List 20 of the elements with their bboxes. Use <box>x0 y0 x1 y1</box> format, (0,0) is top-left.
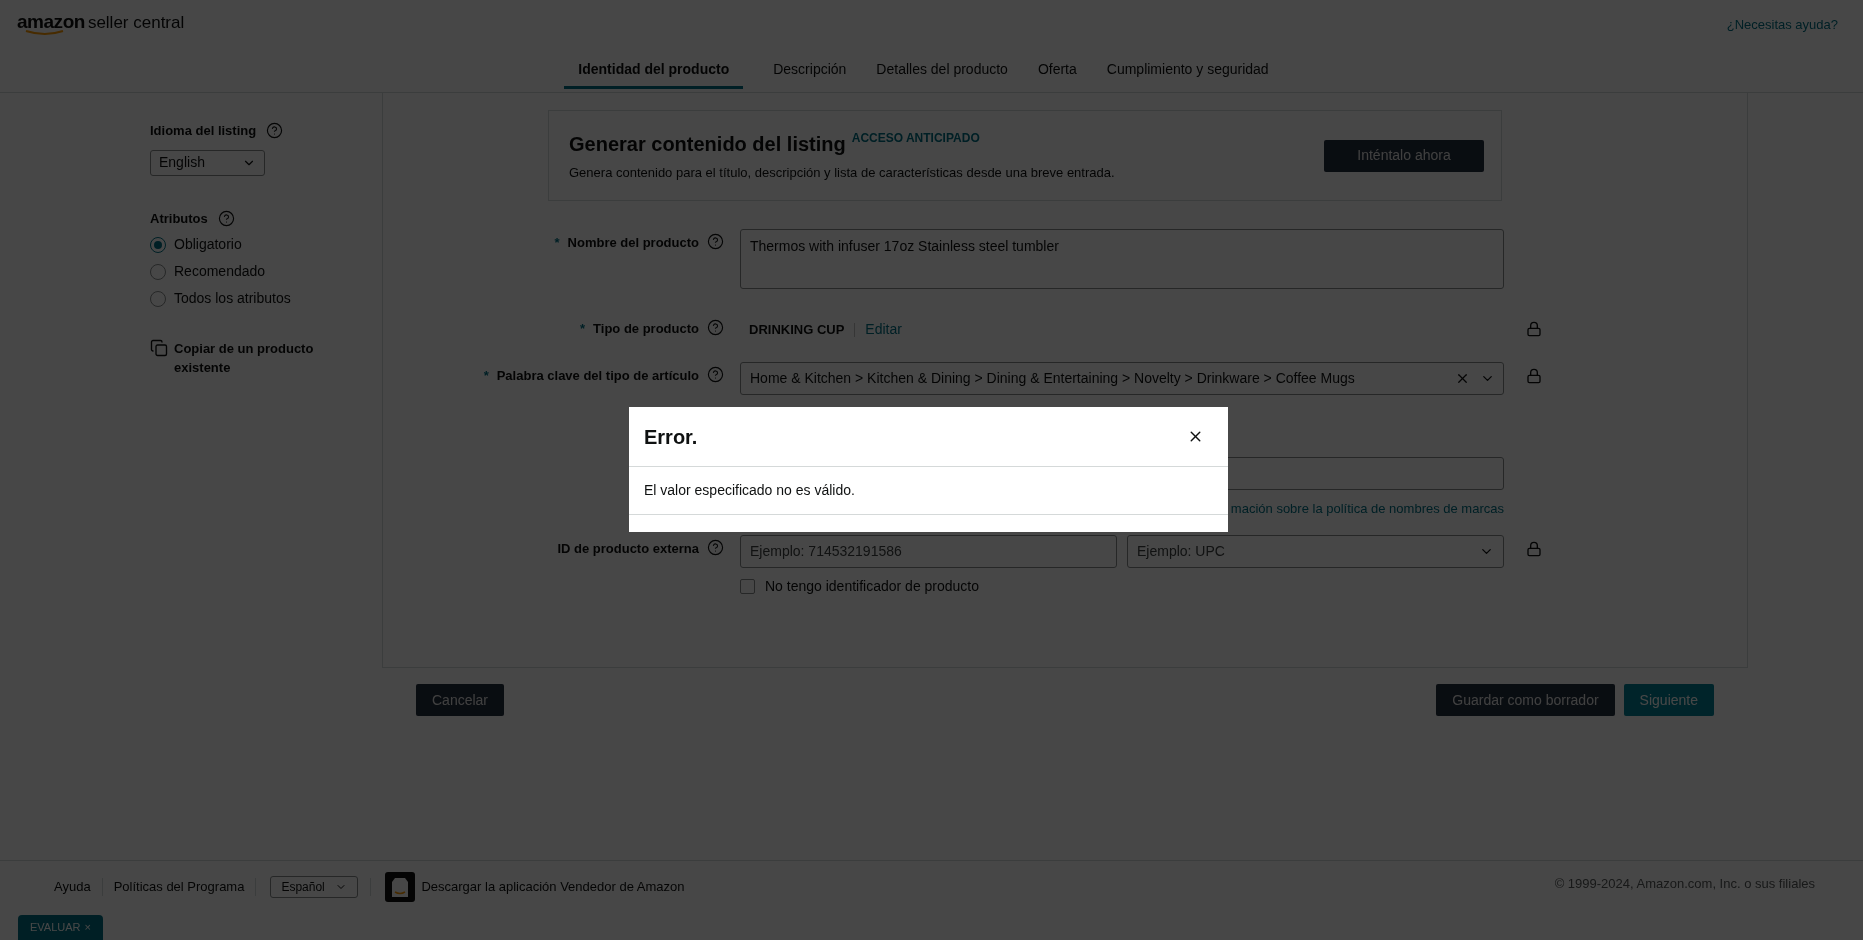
tab[interactable]: Cumplimiento y seguridad <box>1106 53 1269 89</box>
field-label: * Nombre del producto <box>554 234 699 252</box>
tab[interactable]: Oferta <box>1037 53 1077 89</box>
product-type-value: DRINKING CUP <box>749 320 845 339</box>
field-label: * Palabra clave del tipo de artículo <box>483 367 699 385</box>
radio-label: Obligatorio <box>174 235 242 254</box>
card-description: Genera contenido para el título, descripción y lista de características desde una breve entrada. <box>569 163 1115 182</box>
card-title: Generar contenido del listing <box>569 131 846 157</box>
language-label: Idioma del listing <box>150 122 257 140</box>
tab[interactable]: Detalles del producto <box>876 53 1008 89</box>
tab[interactable]: Descripción <box>773 53 847 89</box>
early-access-label: ACCESO ANTICIPADO <box>851 129 980 147</box>
attributes-label: Atributos <box>150 209 208 228</box>
radio-label: Recomendado <box>174 262 266 281</box>
checkbox-label: No tengo identificador de producto <box>765 576 980 596</box>
field-label: * Tipo de producto <box>580 320 699 338</box>
radio-label: Todos los atributos <box>174 289 291 308</box>
dialog-title: Error. <box>644 424 698 450</box>
dialog-message: El valor especificado no es válido. <box>644 481 855 500</box>
field-label: ID de producto externa <box>557 539 699 558</box>
